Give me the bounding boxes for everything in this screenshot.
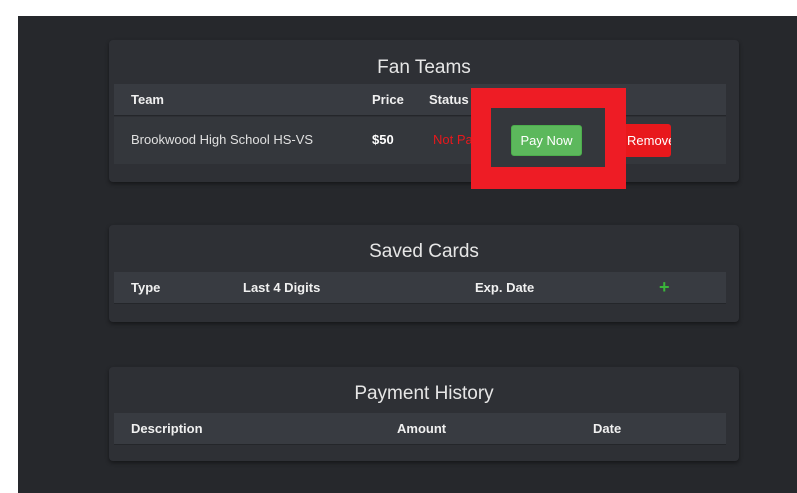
column-header-last4: Last 4 Digits (243, 280, 321, 295)
column-header-price: Price (372, 92, 404, 107)
saved-cards-panel: Saved Cards Type Last 4 Digits Exp. Date… (109, 225, 739, 322)
column-header-type: Type (131, 280, 161, 295)
payment-history-table-header: Description Amount Date (114, 413, 726, 445)
remove-button[interactable]: Remove (621, 124, 671, 157)
saved-cards-title: Saved Cards (369, 241, 479, 262)
fan-teams-title: Fan Teams (377, 57, 471, 78)
payment-history-title: Payment History (354, 383, 494, 404)
pay-now-button[interactable]: Pay Now (511, 125, 582, 156)
column-header-date: Date (593, 421, 622, 436)
team-name: Brookwood High School HS-VS (131, 132, 314, 147)
add-card-icon[interactable]: + (659, 277, 670, 298)
page-background: Fan Teams Team Price Status Brookwood Hi… (18, 16, 797, 493)
column-header-status: Status (429, 92, 469, 107)
column-header-amount: Amount (397, 421, 447, 436)
column-header-team: Team (131, 92, 164, 107)
payment-history-panel: Payment History Description Amount Date (109, 367, 739, 461)
column-header-description: Description (131, 421, 203, 436)
column-header-exp-date: Exp. Date (475, 280, 535, 295)
team-price: $50 (372, 132, 394, 147)
fan-teams-table-header: Team Price Status (114, 84, 726, 116)
saved-cards-table-header: Type Last 4 Digits Exp. Date + (114, 272, 726, 304)
fan-teams-panel: Fan Teams Team Price Status Brookwood Hi… (109, 40, 739, 182)
